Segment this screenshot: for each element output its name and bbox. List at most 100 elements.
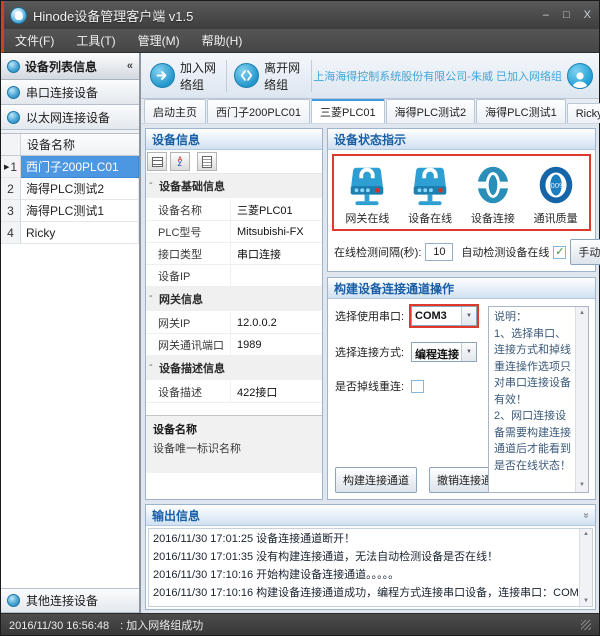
device-connect-indicator: 设备连接	[462, 161, 525, 226]
connect-mode-select[interactable]: 编程连接 ▼	[411, 342, 477, 362]
auto-detect-checkbox[interactable]: ✓	[553, 246, 566, 259]
collapse-sidebar-icon[interactable]: «	[127, 60, 133, 72]
property-row[interactable]: PLC型号 Mitsubishi-FX	[146, 221, 322, 243]
status-bar-text: 2016/11/30 16:56:48 : 加入网络组成功	[9, 617, 203, 633]
property-row[interactable]: 设备名称 三菱PLC01	[146, 199, 322, 221]
table-row[interactable]: 2 海得PLC测试2	[1, 178, 139, 200]
sidebar-item-label: 串口连接设备	[26, 84, 98, 101]
maximize-button[interactable]: □	[563, 9, 570, 21]
close-button[interactable]: X	[584, 9, 591, 21]
collapse-output-icon[interactable]: »	[581, 512, 592, 518]
property-page-icon	[202, 156, 212, 168]
resize-grip[interactable]	[581, 620, 591, 630]
table-corner	[1, 134, 21, 155]
property-help-box: 设备名称 设备唯一标识名称	[146, 415, 322, 473]
property-pages-button[interactable]	[197, 152, 217, 171]
table-row[interactable]: 3 海得PLC测试1	[1, 200, 139, 222]
scroll-down-icon[interactable]: ▼	[579, 481, 585, 490]
note-scrollbar[interactable]: ▲ ▼	[575, 307, 588, 492]
device-list-icon	[7, 60, 20, 73]
gateway-online-icon	[344, 161, 390, 209]
tab-mitsubishi-plc01[interactable]: 三菱PLC01	[311, 99, 385, 123]
svg-text:100%: 100%	[546, 181, 566, 190]
device-table: 设备名称 ▶1 西门子200PLC01 2 海得PLC测试2 3 海得PLC测试…	[1, 133, 139, 588]
minimize-button[interactable]: –	[543, 9, 549, 21]
help-description: 设备唯一标识名称	[153, 440, 315, 456]
title-bar: Hinode设备管理客户端 v1.5 – □ X	[1, 1, 599, 29]
scroll-up-icon[interactable]: ▲	[583, 531, 589, 537]
device-name-cell[interactable]: 海得PLC测试1	[21, 200, 139, 222]
reconnect-checkbox[interactable]	[411, 380, 424, 393]
table-row[interactable]: 4 Ricky	[1, 222, 139, 244]
dropdown-arrow-icon[interactable]: ▼	[461, 307, 476, 325]
property-row[interactable]: 网关IP 12.0.0.2	[146, 312, 322, 334]
device-name-column-header: 设备名称	[21, 134, 139, 155]
dropdown-arrow-icon[interactable]: ▼	[461, 343, 476, 361]
category-gateway-info[interactable]: 网关信息	[146, 287, 322, 312]
help-title: 设备名称	[153, 421, 315, 437]
log-scrollbar[interactable]: ▲ ▼	[579, 529, 592, 606]
log-line: 2016/11/30 17:10:16 构建设备连接通道成功，编程方式连接串口设…	[153, 584, 576, 602]
table-row[interactable]: ▶1 西门子200PLC01	[1, 156, 139, 178]
connection-channel-header: 构建设备连接通道操作	[328, 278, 595, 299]
ethernet-device-icon	[7, 111, 20, 124]
toolbar-separator	[311, 60, 312, 92]
tab-hite-plc-test2[interactable]: 海得PLC测试2	[386, 99, 476, 123]
interval-input[interactable]	[425, 243, 453, 261]
log-line: 2016/11/30 17:01:25 设备连接通道断开！	[153, 530, 576, 548]
categorized-view-button[interactable]	[147, 152, 167, 171]
connection-channel-panel: 构建设备连接通道操作 选择使用串口: COM3 ▼	[327, 277, 596, 500]
menu-manage[interactable]: 管理(M)	[127, 29, 191, 53]
note-line: 说明：	[494, 309, 572, 326]
category-description-info[interactable]: 设备描述信息	[146, 356, 322, 381]
device-status-panel: 设备状态指示	[327, 128, 596, 272]
device-tab-strip: 启动主页 西门子200PLC01 三菱PLC01 海得PLC测试2 海得PLC测…	[141, 99, 599, 124]
log-line: 2016/11/30 17:01:35 没有构建连接通道，无法自动检测设备是否在…	[153, 548, 576, 566]
reconnect-label: 是否掉线重连:	[335, 378, 411, 394]
az-sort-icon: AZ	[178, 157, 183, 167]
category-basic-info[interactable]: 设备基础信息	[146, 174, 322, 199]
property-row[interactable]: 网关通讯端口 1989	[146, 334, 322, 356]
serial-port-select[interactable]: COM3 ▼	[411, 306, 477, 326]
sidebar-item-ethernet-devices[interactable]: 以太网连接设备	[1, 105, 139, 130]
device-table-header: 设备名称	[1, 134, 139, 156]
tab-siemens-200plc01[interactable]: 西门子200PLC01	[207, 99, 310, 123]
scroll-up-icon[interactable]: ▲	[579, 309, 585, 318]
sidebar-item-serial-devices[interactable]: 串口连接设备	[1, 80, 139, 105]
menu-file[interactable]: 文件(F)	[4, 29, 65, 53]
menu-help[interactable]: 帮助(H)	[191, 29, 254, 53]
device-name-cell[interactable]: Ricky	[21, 222, 139, 244]
sidebar-item-other-devices[interactable]: 其他连接设备	[1, 588, 139, 613]
note-line: 2、网口连接设备需要构建连接通道后才能看到是否在线状态！	[494, 408, 572, 474]
property-row[interactable]: 接口类型 串口连接	[146, 243, 322, 265]
tab-hite-plc-test1[interactable]: 海得PLC测试1	[476, 99, 566, 123]
leave-network-group-button[interactable]: 离开网络组	[229, 56, 308, 96]
network-user-status: 上海海得控制系统股份有限公司-朱威 已加入网络组	[313, 63, 595, 89]
user-avatar-icon	[567, 63, 593, 89]
alphabetical-sort-button[interactable]: AZ	[170, 152, 190, 171]
serial-port-label: 选择使用串口:	[335, 308, 411, 324]
gateway-online-indicator: 网关在线	[336, 161, 399, 226]
device-list-sidebar: 设备列表信息 « 串口连接设备 以太网连接设备 设备名称 ▶1 西门子200PL…	[1, 53, 141, 613]
join-group-icon	[150, 63, 175, 88]
device-name-cell[interactable]: 西门子200PLC01	[21, 156, 139, 178]
scroll-down-icon[interactable]: ▼	[583, 598, 589, 604]
device-online-icon	[407, 161, 453, 209]
device-name-cell[interactable]: 海得PLC测试2	[21, 178, 139, 200]
sidebar-item-label: 以太网连接设备	[26, 109, 110, 126]
device-connect-icon	[470, 161, 516, 209]
app-logo-icon	[10, 7, 27, 24]
build-channel-button[interactable]: 构建连接通道	[335, 467, 417, 493]
sidebar-header[interactable]: 设备列表信息 «	[1, 53, 139, 80]
leave-group-icon	[234, 63, 259, 88]
property-row[interactable]: 设备IP	[146, 265, 322, 287]
join-network-group-button[interactable]: 加入网络组	[145, 56, 224, 96]
output-log-area: 2016/11/30 17:01:25 设备连接通道断开！ 2016/11/30…	[148, 528, 593, 607]
property-row[interactable]: 设备描述 422接口	[146, 381, 322, 403]
tab-ricky[interactable]: Ricky	[567, 103, 600, 123]
output-panel: 输出信息 » 2016/11/30 17:01:25 设备连接通道断开！ 201…	[145, 504, 596, 610]
manual-detect-button[interactable]: 手动检测设备在线	[570, 239, 600, 265]
menu-tools[interactable]: 工具(T)	[65, 29, 126, 53]
tab-home[interactable]: 启动主页	[144, 99, 206, 123]
property-grid: 设备基础信息 设备名称 三菱PLC01 PLC型号 Mitsubishi-FX …	[146, 174, 322, 415]
